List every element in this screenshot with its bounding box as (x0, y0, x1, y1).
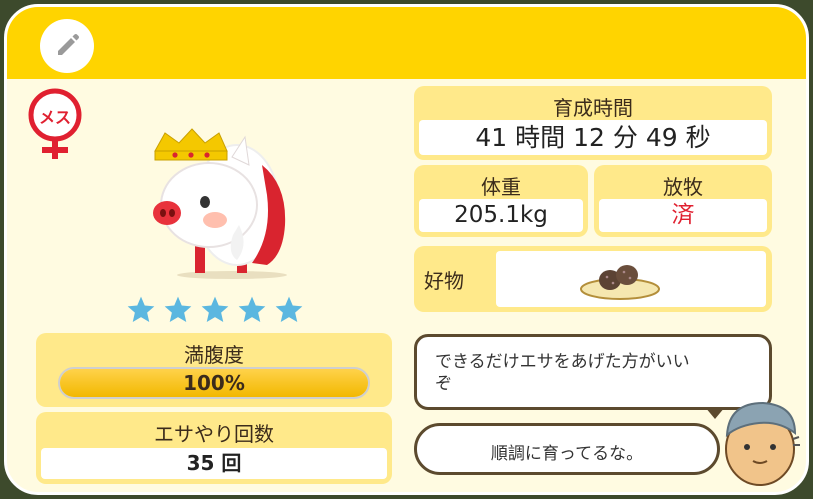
weight-label: 体重 (481, 175, 521, 199)
growth-time-label: 育成時間 (553, 96, 633, 120)
star-icon (273, 294, 305, 330)
card-header (7, 7, 806, 79)
farmer-character (719, 399, 801, 489)
speech-bubble-status: 順調に育ってるな。 (414, 423, 720, 475)
fullness-box: 満腹度 100% (36, 333, 392, 407)
star-icon (162, 294, 194, 330)
fullness-bar: 100% (58, 367, 370, 399)
favorite-food-label: 好物 (424, 269, 464, 293)
feeding-count-label: エサやり回数 (154, 422, 274, 446)
advice-text: できるだけエサをあげた方がいい ぞ (435, 352, 690, 394)
pig-status-card: メス 満腹度 100% エサやり回数 35 回 育成時間 41 時間 12 分 … (4, 4, 809, 495)
pig-character (137, 125, 297, 280)
feeding-count-value: 35 回 (41, 448, 387, 479)
food-plate-icon (578, 259, 662, 305)
fullness-label: 満腹度 (184, 343, 244, 367)
grazing-label: 放牧 (663, 175, 703, 199)
gender-label: メス (38, 108, 71, 127)
growth-time-value: 41 時間 12 分 49 秒 (419, 120, 767, 155)
status-text: 順調に育ってるな。 (490, 444, 644, 464)
pencil-icon (52, 29, 82, 63)
feeding-count-box: エサやり回数 35 回 (36, 412, 392, 484)
star-icon (125, 294, 157, 330)
growth-time-box: 育成時間 41 時間 12 分 49 秒 (414, 86, 772, 160)
favorite-food-box: 好物 (414, 246, 772, 312)
star-icon (199, 294, 231, 330)
fullness-value: 100% (183, 371, 245, 395)
weight-value: 205.1kg (419, 199, 583, 232)
weight-box: 体重 205.1kg (414, 165, 588, 237)
female-gender-badge: メス (25, 87, 85, 163)
grazing-box: 放牧 済 (594, 165, 772, 237)
grazing-value: 済 (599, 199, 767, 232)
edit-button[interactable] (40, 19, 94, 73)
favorite-food-slot (496, 251, 766, 307)
star-icon (236, 294, 268, 330)
